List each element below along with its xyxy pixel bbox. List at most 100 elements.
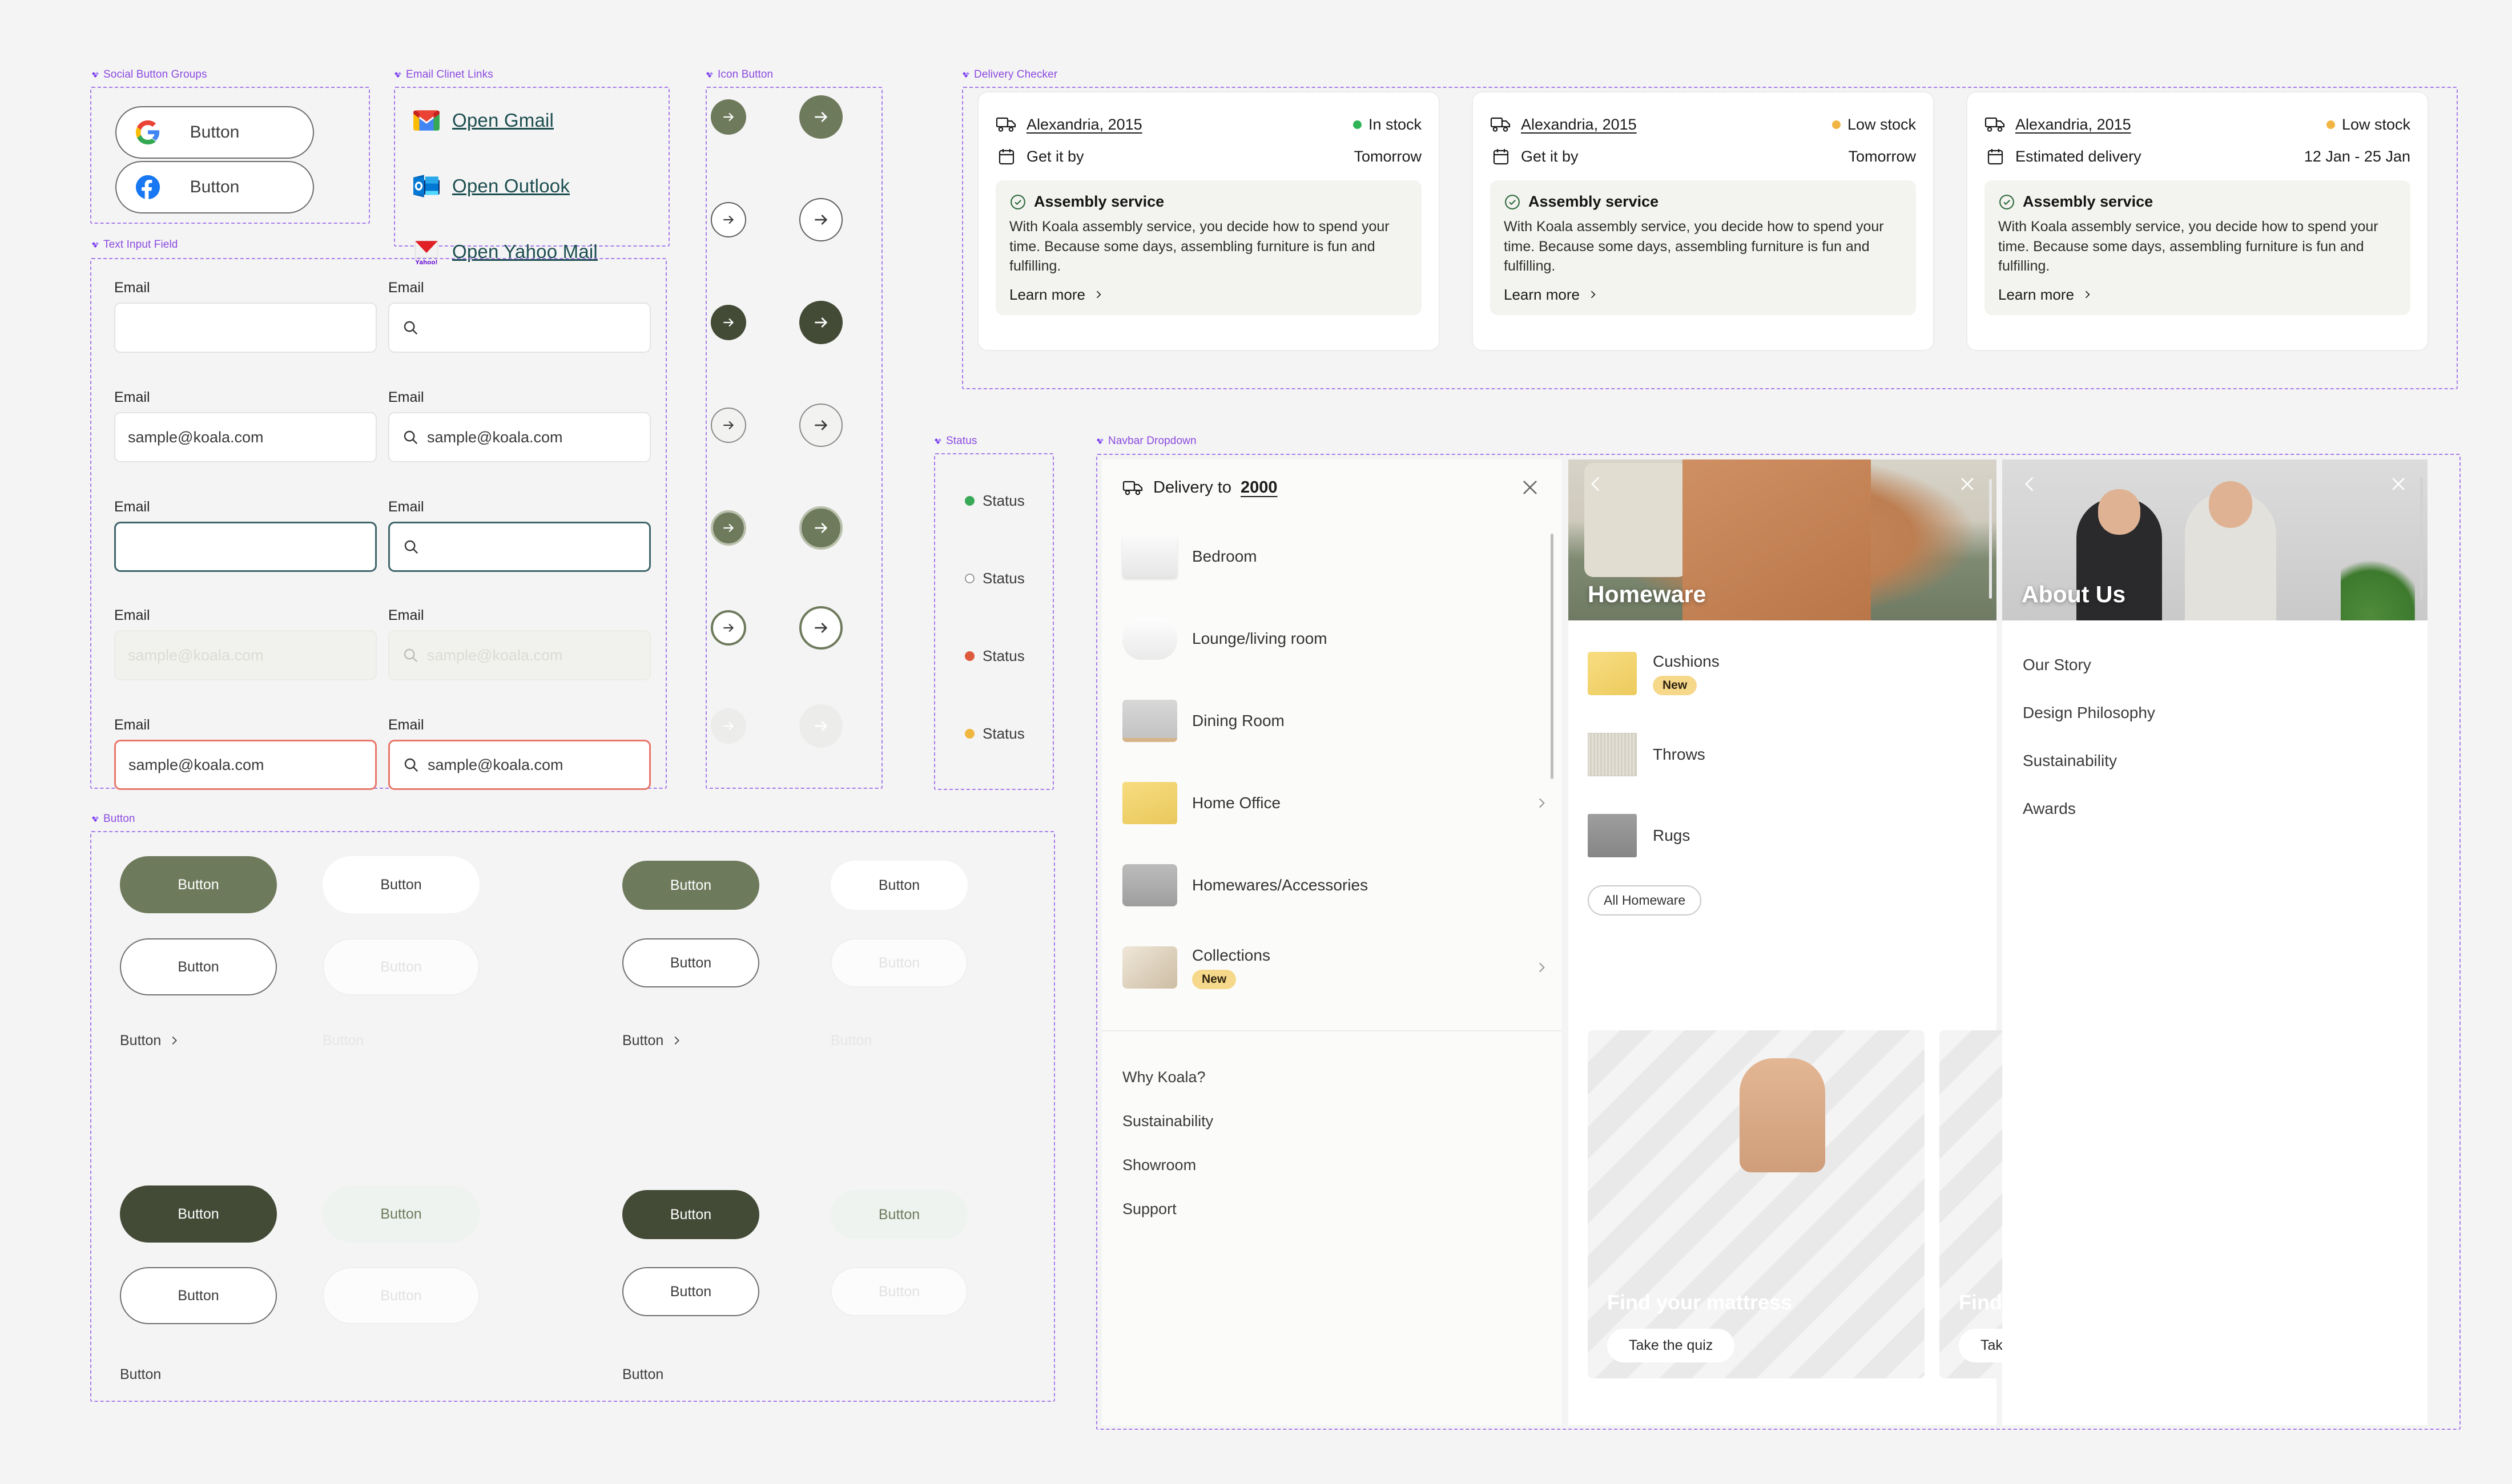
learn-more-link[interactable]: Learn more	[1504, 286, 1902, 304]
icon-button-ghost-sm[interactable]	[711, 408, 746, 443]
figma-diamond-icon	[706, 72, 713, 78]
about-link[interactable]: Sustainability	[2023, 737, 2407, 785]
chevron-left-icon[interactable]	[2020, 474, 2040, 494]
social-button-facebook[interactable]: Button	[115, 161, 314, 213]
delivery-location-link[interactable]: Alexandria, 2015	[1521, 116, 1637, 134]
status-label: Status	[983, 570, 1025, 587]
navbar-link[interactable]: Support	[1122, 1187, 1541, 1231]
navbar-category-item[interactable]: Dining Room	[1122, 680, 1549, 762]
button-outline-pressed-sm[interactable]: Button	[622, 1267, 759, 1316]
button-primary-default-sm[interactable]: Button	[622, 861, 759, 910]
promo-title: Find your mattress	[1607, 1291, 1793, 1314]
icon-button-focus-outline-sm[interactable]	[711, 610, 746, 646]
homeware-item[interactable]: Rugs	[1568, 795, 1996, 876]
homeware-item[interactable]: Cushions New	[1568, 633, 1996, 714]
icon-button-focus-lg[interactable]	[799, 506, 843, 550]
arrow-right-icon	[815, 420, 828, 430]
email-input[interactable]	[114, 303, 377, 353]
navbar-category-item[interactable]: Homewares/Accessories	[1122, 844, 1549, 926]
about-link[interactable]: Our Story	[2023, 641, 2407, 689]
homeware-thumbnail	[1588, 814, 1637, 857]
icon-button-pressed-sm[interactable]	[711, 305, 746, 340]
navbar-link[interactable]: Why Koala?	[1122, 1055, 1541, 1099]
text-field-default: Email	[114, 280, 377, 353]
email-link-outlook[interactable]: Open Outlook	[412, 172, 598, 200]
delivery-postcode[interactable]: 2000	[1241, 478, 1278, 497]
all-homeware-button[interactable]: All Homeware	[1588, 885, 1702, 916]
button-primary-pressed-sm[interactable]: Button	[622, 1190, 759, 1239]
button-primary-pressed[interactable]: Button	[120, 1185, 277, 1243]
button-secondary-default[interactable]: Button	[323, 856, 480, 913]
category-scrollbar[interactable]	[1551, 534, 1553, 779]
google-icon	[135, 120, 160, 145]
button-text-pressed-sm[interactable]: Button	[622, 1358, 725, 1390]
icon-button-ghost-lg[interactable]	[799, 404, 843, 447]
button-text-pressed[interactable]: Button	[120, 1358, 223, 1390]
input-value: sample@koala.com	[128, 646, 264, 664]
button-outline-default[interactable]: Button	[120, 938, 277, 995]
button-text-default-sm[interactable]: Button	[622, 1025, 725, 1056]
button-secondary-default-sm[interactable]: Button	[831, 861, 968, 910]
button-secondary-pressed-sm[interactable]: Button	[831, 1190, 968, 1239]
email-input[interactable]	[388, 303, 651, 353]
learn-more-link[interactable]: Learn more	[1009, 286, 1408, 304]
icon-button-pressed-lg[interactable]	[799, 301, 843, 344]
social-button-google[interactable]: Button	[115, 106, 314, 159]
promo-card[interactable]: Find your mattress Take the quiz	[1588, 1030, 1925, 1378]
email-input[interactable]	[388, 522, 651, 572]
learn-more-link[interactable]: Learn more	[1998, 286, 2397, 304]
category-label: Bedroom	[1192, 547, 1257, 565]
about-link[interactable]: Awards	[2023, 785, 2407, 833]
chevron-left-icon[interactable]	[1587, 474, 1606, 494]
close-icon[interactable]	[1958, 474, 1977, 494]
section-label-text: Status	[946, 435, 977, 447]
email-input[interactable]: sample@koala.com	[388, 412, 651, 462]
icon-button-focus-outline-lg[interactable]	[799, 606, 843, 650]
email-input[interactable]: sample@koala.com	[114, 630, 377, 680]
promo-cta-button[interactable]: Take the quiz	[1607, 1329, 1735, 1362]
chevron-right-icon	[2085, 291, 2090, 299]
status-label: Status	[983, 647, 1025, 664]
email-input[interactable]: sample@koala.com	[114, 412, 377, 462]
assembly-service-box: Assembly service With Koala assembly serv…	[996, 180, 1422, 315]
email-input[interactable]: sample@koala.com	[388, 630, 651, 680]
button-outline-default-sm[interactable]: Button	[622, 938, 759, 987]
icon-button-outline-lg[interactable]	[799, 198, 843, 241]
arrow-right-icon	[815, 523, 828, 533]
homeware-item[interactable]: Throws	[1568, 714, 1996, 795]
delivery-card: Alexandria, 2015 Low stock Estimated deliv…	[1966, 91, 2429, 351]
close-icon[interactable]	[2389, 474, 2408, 494]
navbar-category-item[interactable]: Home Office	[1122, 762, 1549, 844]
navbar-link[interactable]: Sustainability	[1122, 1099, 1541, 1143]
icon-button-focus-sm[interactable]	[711, 510, 746, 546]
about-scrollbar[interactable]	[2420, 477, 2423, 599]
homeware-label: Rugs	[1653, 826, 1690, 844]
delivery-location-link[interactable]: Alexandria, 2015	[2015, 116, 2131, 134]
delivery-date-row: Get it by Tomorrow	[1490, 140, 1916, 172]
button-secondary-pressed[interactable]: Button	[323, 1185, 480, 1243]
navbar-link[interactable]: Showroom	[1122, 1143, 1541, 1187]
category-thumbnail	[1122, 535, 1177, 578]
icon-button-default-lg[interactable]	[799, 95, 843, 139]
email-link-gmail[interactable]: Open Gmail	[412, 106, 598, 135]
email-input[interactable]	[114, 522, 377, 572]
icon-button-outline-sm[interactable]	[711, 202, 746, 237]
about-link[interactable]: Design Philosophy	[2023, 689, 2407, 737]
email-input[interactable]: sample@koala.com	[114, 740, 377, 790]
homeware-scrollbar[interactable]	[1989, 479, 1992, 599]
button-text-default[interactable]: Button	[120, 1025, 223, 1056]
email-link-gmail-label: Open Gmail	[452, 110, 554, 131]
button-primary-default[interactable]: Button	[120, 856, 277, 913]
stock-status: Low stock	[2326, 116, 2410, 134]
navbar-category-item[interactable]: Lounge/living room	[1122, 598, 1549, 680]
about-link-list: Our Story Design Philosophy Sustainability…	[2002, 620, 2428, 833]
close-icon[interactable]	[1519, 477, 1541, 498]
navbar-category-item[interactable]: Collections New	[1122, 926, 1549, 1009]
button-outline-pressed[interactable]: Button	[120, 1267, 277, 1324]
arrow-right-icon	[815, 215, 828, 225]
email-input[interactable]: sample@koala.com	[388, 740, 651, 790]
delivery-to-block[interactable]: Delivery to 2000	[1122, 478, 1278, 497]
delivery-location-link[interactable]: Alexandria, 2015	[1026, 116, 1142, 134]
navbar-category-item[interactable]: Bedroom	[1122, 515, 1549, 598]
icon-button-default-sm[interactable]	[711, 99, 746, 135]
